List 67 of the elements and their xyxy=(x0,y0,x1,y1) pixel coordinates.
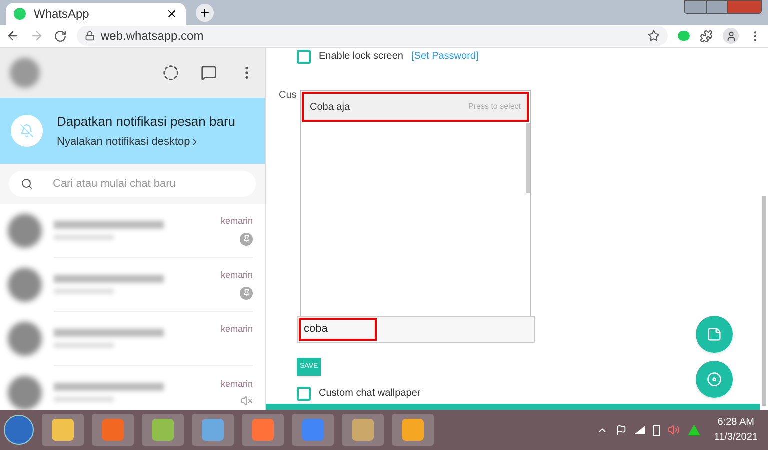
taskbar-button[interactable] xyxy=(142,414,184,446)
speaker-icon[interactable] xyxy=(668,424,680,436)
bell-off-icon xyxy=(11,115,43,147)
banner-link[interactable]: Nyalakan notifikasi desktop xyxy=(57,134,236,150)
sticker-icon xyxy=(707,327,722,342)
status-icon[interactable] xyxy=(163,65,179,81)
blurred-message xyxy=(54,235,114,240)
battery-icon[interactable] xyxy=(653,424,660,436)
scrollbar[interactable] xyxy=(526,123,530,193)
text-input[interactable]: coba xyxy=(297,316,535,343)
extension-icon[interactable] xyxy=(678,31,690,41)
taskbar-button[interactable] xyxy=(342,414,384,446)
wallpaper-label: Custom chat wallpaper xyxy=(319,387,421,401)
taskbar-button[interactable] xyxy=(192,414,234,446)
profile-icon[interactable] xyxy=(723,28,739,44)
whatsapp-logo-icon xyxy=(14,8,26,20)
setting-label: Cus xyxy=(279,89,297,103)
lock-icon xyxy=(85,31,95,41)
flag-icon[interactable] xyxy=(616,424,628,436)
checkbox[interactable] xyxy=(297,386,311,400)
muted-icon xyxy=(241,395,253,408)
puzzle-icon[interactable] xyxy=(700,30,713,42)
chat-icon[interactable] xyxy=(201,65,217,81)
avatar xyxy=(8,376,42,410)
lock-screen-label: Enable lock screen xyxy=(319,50,404,64)
chat-time: kemarin xyxy=(220,323,253,336)
back-icon[interactable] xyxy=(6,29,20,43)
taskbar-button[interactable] xyxy=(42,414,84,446)
blurred-message xyxy=(54,397,114,402)
page-scrollbar[interactable] xyxy=(762,196,766,406)
avatar xyxy=(8,268,42,302)
input-value: coba xyxy=(299,318,377,341)
reload-icon[interactable] xyxy=(54,30,67,42)
chat-time: kemarin xyxy=(220,215,253,228)
status-icon xyxy=(707,372,722,387)
plus-icon xyxy=(199,7,211,19)
suggestion-item[interactable]: Coba aja Press to select xyxy=(302,92,529,122)
clock-date[interactable]: 11/3/2021 xyxy=(714,430,758,445)
chat-item[interactable]: kemarin xyxy=(0,204,265,258)
avatar[interactable] xyxy=(10,58,40,88)
browser-tab[interactable]: WhatsApp xyxy=(6,3,186,25)
notification-banner[interactable]: Dapatkan notifikasi pesan baru Nyalakan notifikasi desktop xyxy=(0,98,265,164)
chat-item[interactable]: kemarin xyxy=(0,312,265,366)
avatar xyxy=(8,214,42,248)
taskbar-button[interactable] xyxy=(392,414,434,446)
new-tab-button[interactable] xyxy=(196,4,214,22)
blurred-message xyxy=(54,343,114,348)
pin-icon xyxy=(240,286,253,300)
sticker-button[interactable] xyxy=(696,316,733,353)
url-field[interactable]: web.whatsapp.com xyxy=(77,26,668,46)
forward-icon[interactable] xyxy=(30,29,44,43)
search-icon xyxy=(21,178,33,190)
chat-time: kemarin xyxy=(220,269,253,282)
chat-time: kemarin xyxy=(220,378,253,391)
avatar xyxy=(8,322,42,356)
chat-item[interactable]: kemarin xyxy=(0,258,265,312)
blurred-message xyxy=(54,289,114,294)
start-button[interactable] xyxy=(4,415,34,445)
window-controls[interactable] xyxy=(684,0,762,14)
banner-title: Dapatkan notifikasi pesan baru xyxy=(57,112,236,131)
status-button[interactable] xyxy=(696,361,733,398)
tab-title: WhatsApp xyxy=(34,6,90,23)
close-icon[interactable] xyxy=(166,8,178,20)
checkbox[interactable] xyxy=(297,50,311,64)
clock-time[interactable]: 6:28 AM xyxy=(718,415,754,430)
pin-icon xyxy=(240,232,253,246)
star-icon[interactable] xyxy=(648,30,660,42)
